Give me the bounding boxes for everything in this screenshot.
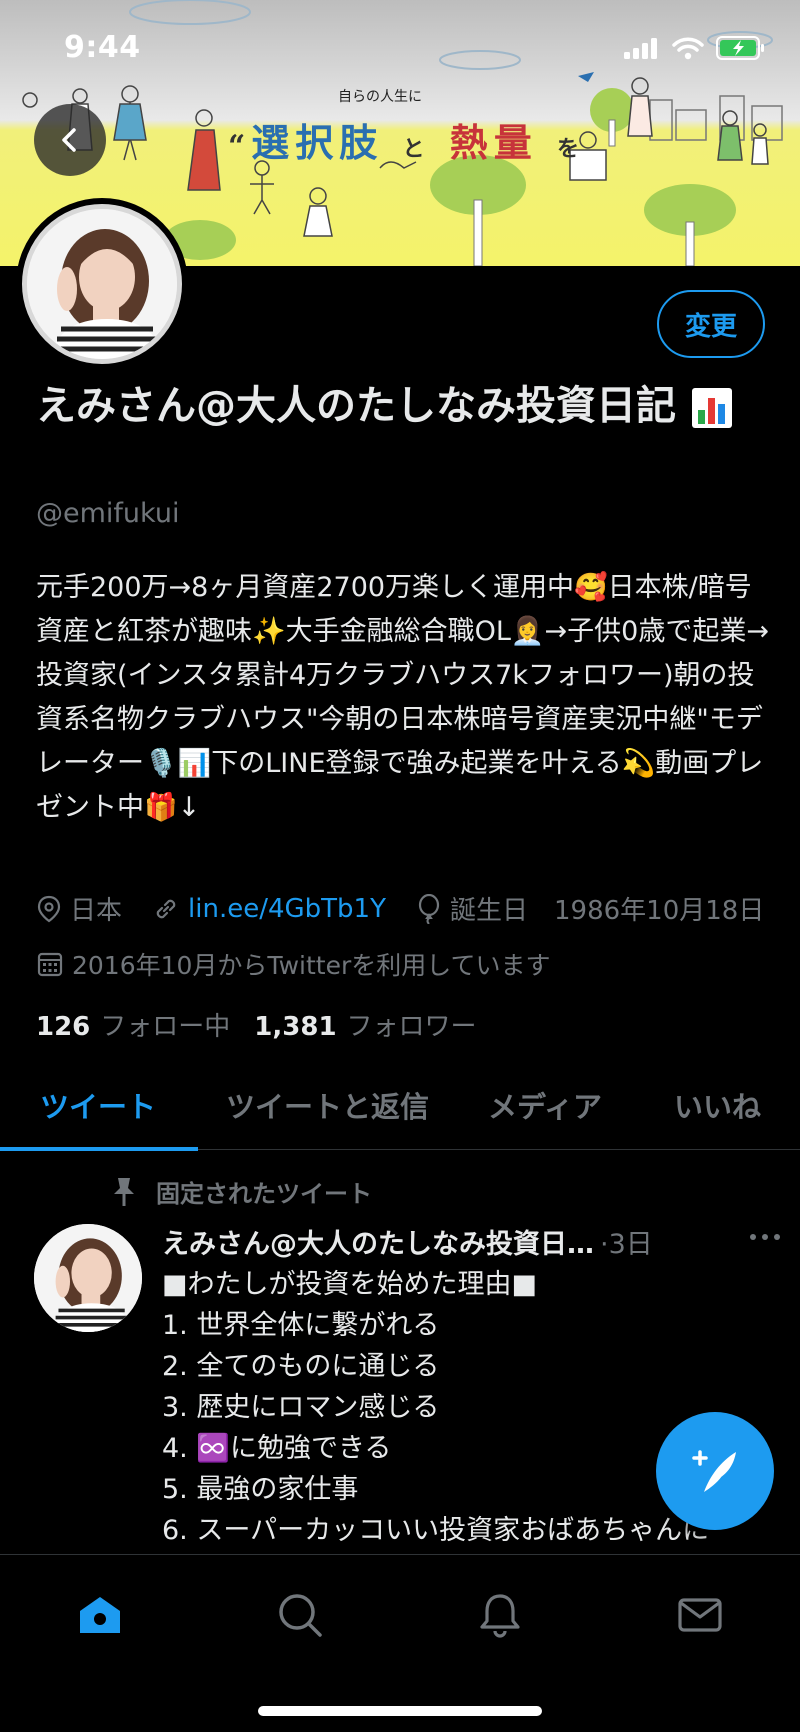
joined-text: 2016年10月からTwitterを利用しています <box>72 951 551 980</box>
signal-icon <box>624 38 657 59</box>
link-item[interactable]: lin.ee/4GbTb1Y <box>152 894 386 924</box>
status-icons <box>624 36 766 60</box>
search-icon <box>279 1594 322 1637</box>
pinned-label: 固定されたツイート <box>110 1174 372 1209</box>
profile-meta: 日本 lin.ee/4GbTb1Y 誕生日 1986年10月18日 <box>36 890 794 927</box>
location-text: 日本 <box>70 896 123 926</box>
pinned-label-text: 固定されたツイート <box>156 1180 372 1208</box>
birthday-label: 誕生日 <box>449 896 528 926</box>
compose-tweet-button[interactable] <box>656 1412 774 1530</box>
bell-icon <box>480 1594 520 1638</box>
mail-icon <box>678 1598 722 1632</box>
tweet-line: ■わたしが投資を始めた理由■ <box>162 1269 538 1300</box>
tweet-line: 2. 全てのものに通じる <box>162 1351 440 1382</box>
bottom-navigation <box>0 1554 800 1732</box>
tweet-time: ·3日 <box>600 1229 653 1260</box>
banner-word-2: 熱量 <box>449 120 538 165</box>
banner-particle-1: と <box>402 136 431 162</box>
battery-charging-icon <box>716 36 764 60</box>
nav-notifications[interactable] <box>470 1585 530 1645</box>
following-count[interactable]: 126 <box>36 1012 90 1042</box>
nav-messages[interactable] <box>670 1585 730 1645</box>
banner-particle-2: を <box>557 136 586 162</box>
followers-label[interactable]: フォロワー <box>347 1006 477 1043</box>
follow-stats: 126 フォロー中 1,381 フォロワー <box>36 1006 501 1043</box>
following-label[interactable]: フォロー中 <box>100 1006 230 1043</box>
home-indicator[interactable] <box>258 1706 542 1716</box>
profile-tabs: ツイート ツイートと返信 メディア いいね <box>0 1062 800 1151</box>
tab-media[interactable]: メディア <box>488 1084 602 1126</box>
tab-tweets[interactable]: ツイート <box>40 1084 156 1126</box>
edit-profile-button[interactable]: 変更 <box>657 290 765 358</box>
home-icon <box>80 1597 120 1633</box>
banner-headline: “選択肢 と 熱量 を <box>228 120 586 165</box>
profile-bio: 元手200万→8ヶ月資産2700万楽しく運用中🥰日本株/暗号資産と紅茶が趣味✨大… <box>36 572 769 823</box>
back-button[interactable] <box>34 104 106 176</box>
active-tab-indicator <box>0 1147 198 1151</box>
status-bar: 9:44 <box>0 0 800 96</box>
profile-link[interactable]: lin.ee/4GbTb1Y <box>188 894 386 924</box>
tweet-line: 1. 世界全体に繋がれる <box>162 1310 440 1341</box>
birthday-item: 誕生日 1986年10月18日 <box>416 890 764 927</box>
bar-chart-emoji-icon <box>691 388 732 428</box>
display-name-text: えみさん@大人のたしなみ投資日記 <box>36 383 676 429</box>
wifi-icon <box>672 37 704 60</box>
tweet-header: えみさん@大人のたしなみ投資日… ·3日 <box>162 1222 782 1261</box>
profile-avatar[interactable] <box>16 198 188 370</box>
tweet-avatar-photo <box>34 1224 142 1332</box>
user-handle: @emifukui <box>36 498 180 529</box>
banner-word-1: 選択肢 <box>251 120 384 165</box>
arrow-left-icon <box>62 128 76 152</box>
tab-tweets-and-replies[interactable]: ツイートと返信 <box>226 1084 429 1126</box>
tweet-avatar[interactable] <box>34 1224 142 1332</box>
calendar-icon <box>37 952 63 977</box>
joined-date: 2016年10月からTwitterを利用しています <box>36 946 550 982</box>
compose-feather-icon <box>692 1450 736 1492</box>
nav-search[interactable] <box>270 1585 330 1645</box>
tweet-author[interactable]: えみさん@大人のたしなみ投資日… <box>162 1222 594 1261</box>
tab-likes[interactable]: いいね <box>674 1084 761 1126</box>
avatar-photo <box>27 209 177 359</box>
balloon-icon <box>418 893 440 924</box>
pin-icon <box>114 1177 134 1206</box>
followers-count[interactable]: 1,381 <box>254 1012 336 1042</box>
nav-home[interactable] <box>70 1585 130 1645</box>
more-icon[interactable] <box>748 1230 782 1244</box>
location-pin-icon <box>37 895 61 922</box>
status-time: 9:44 <box>64 30 141 65</box>
birthday-date: 1986年10月18日 <box>553 896 765 926</box>
location-item: 日本 <box>36 890 122 927</box>
link-icon <box>156 899 176 918</box>
display-name: えみさん@大人のたしなみ投資日記 <box>36 382 756 430</box>
